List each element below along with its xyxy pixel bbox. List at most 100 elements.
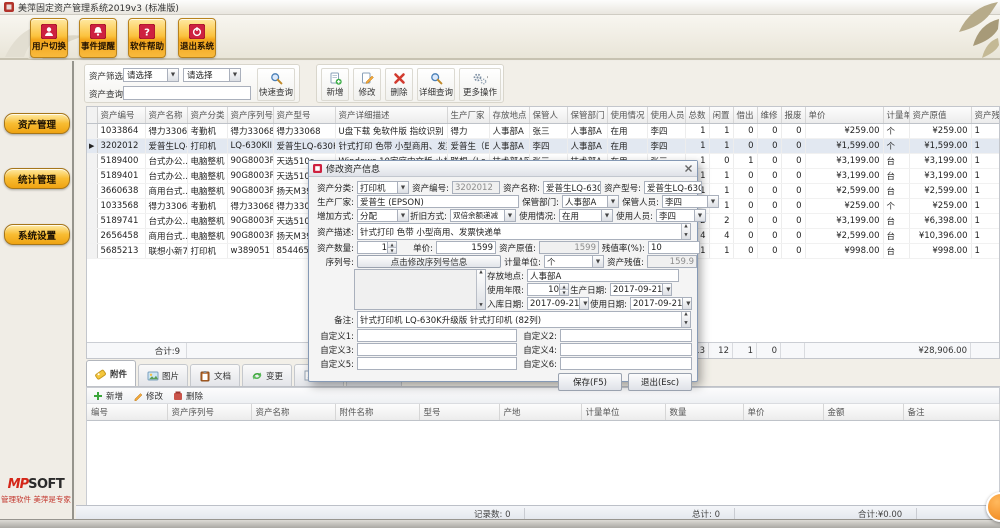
note-textarea[interactable]: 针式打印机 LQ-630K升级版 针式打印机 (82列) ▲▼	[357, 311, 691, 328]
tab-change[interactable]: 变更	[242, 364, 292, 386]
column-header-17[interactable]: 单价	[805, 107, 883, 124]
column-header-14[interactable]: 借出	[733, 107, 757, 124]
exit-system-button[interactable]: 退出系统	[178, 18, 216, 58]
qty-stepper[interactable]: 1▲▼	[357, 241, 397, 254]
new-button[interactable]: 新增	[321, 68, 349, 101]
sub-column-header-6[interactable]: 计量单位	[581, 404, 665, 421]
exit-button[interactable]: 退出(Esc)	[628, 373, 692, 391]
sub-column-header-9[interactable]: 金额	[823, 404, 903, 421]
column-header-0[interactable]: 资产编号	[97, 107, 145, 124]
detail-delete-button[interactable]: 删除	[173, 390, 203, 402]
table-row[interactable]: 1033864得力33068考勤机得力33068得力33068U盘下载 免软件版…	[87, 124, 999, 139]
chevron-down-icon[interactable]: ▼	[229, 69, 240, 81]
chevron-down-icon[interactable]: ▼	[662, 284, 672, 295]
chevron-down-icon[interactable]: ▼	[397, 210, 408, 221]
stepper-arrows[interactable]: ▲▼	[559, 284, 568, 295]
column-header-13[interactable]: 闲置	[709, 107, 733, 124]
user-combo[interactable]: 李四▼	[656, 209, 706, 222]
location-field[interactable]: 人事部A	[527, 269, 679, 282]
sub-column-header-5[interactable]: 产地	[499, 404, 581, 421]
column-header-10[interactable]: 使用情况	[607, 107, 647, 124]
years-stepper[interactable]: 10▲▼	[527, 283, 569, 296]
add-mode-combo[interactable]: 分配▼	[357, 209, 409, 222]
column-header-7[interactable]: 存放地点	[489, 107, 529, 124]
chevron-down-icon[interactable]: ▼	[167, 69, 178, 81]
quick-query-button[interactable]: 快速查询	[257, 68, 295, 101]
chevron-down-icon[interactable]: ▼	[694, 210, 705, 221]
serial-edit-button[interactable]: 点击修改序列号信息	[357, 255, 501, 268]
manufacturer-field[interactable]: 爱普生 (EPSON)	[357, 195, 519, 208]
asset-filter-select-2[interactable]: 请选择 ▼	[183, 68, 241, 82]
sub-column-header-3[interactable]: 附件名称	[335, 404, 419, 421]
chevron-down-icon[interactable]: ▼	[504, 210, 515, 221]
asset-model-field[interactable]: 爱普生LQ-630KII	[644, 181, 702, 194]
chevron-down-icon[interactable]: ▼	[579, 298, 589, 309]
save-button[interactable]: 保存(F5)	[558, 373, 622, 391]
sub-column-header-4[interactable]: 型号	[419, 404, 499, 421]
tab-image[interactable]: 图片	[138, 364, 188, 386]
column-header-2[interactable]: 资产分类	[187, 107, 227, 124]
modify-button[interactable]: 修改	[353, 68, 381, 101]
column-header-8[interactable]: 保管人	[529, 107, 567, 124]
textarea-scroll-arrows[interactable]: ▲▼	[681, 224, 690, 239]
unit-combo[interactable]: 个▼	[544, 255, 604, 268]
chevron-down-icon[interactable]: ▼	[707, 196, 718, 207]
sub-column-header-10[interactable]: 备注	[903, 404, 999, 421]
close-icon[interactable]	[684, 164, 693, 173]
usage-combo[interactable]: 在用▼	[559, 209, 613, 222]
textarea-scroll-arrows[interactable]: ▲▼	[681, 312, 690, 327]
stepper-arrows[interactable]: ▲▼	[387, 242, 396, 253]
detail-new-button[interactable]: 新增	[93, 390, 123, 402]
depreciation-combo[interactable]: 双倍余额递减▼	[450, 209, 516, 222]
event-reminder-button[interactable]: 事件提醒	[79, 18, 117, 58]
detail-modify-button[interactable]: 修改	[133, 390, 163, 402]
column-header-11[interactable]: 使用人员	[647, 107, 685, 124]
custom3-field[interactable]	[357, 343, 517, 356]
custom6-field[interactable]	[560, 357, 692, 370]
asset-filter-select-1[interactable]: 请选择 ▼	[123, 68, 179, 82]
column-header-9[interactable]: 保管部门	[567, 107, 607, 124]
textarea-scroll-arrows[interactable]: ▲▼	[476, 270, 485, 309]
tab-document[interactable]: 文档	[190, 364, 240, 386]
prod-date-picker[interactable]: 2017-09-21▼	[610, 283, 672, 296]
custom2-field[interactable]	[560, 329, 692, 342]
column-header-20[interactable]: 资产残值率	[971, 107, 999, 124]
sidebar-item-asset-management[interactable]: 资产管理	[4, 113, 70, 134]
custom4-field[interactable]	[560, 343, 692, 356]
column-header-16[interactable]: 报废	[781, 107, 805, 124]
detail-query-button[interactable]: 详细查询	[417, 68, 455, 101]
custom5-field[interactable]	[357, 357, 517, 370]
software-help-button[interactable]: ? 软件帮助	[128, 18, 166, 58]
asset-category-combo[interactable]: 打印机▼	[357, 181, 409, 194]
tab-attachment[interactable]: 附件	[86, 360, 136, 386]
asset-query-input[interactable]	[123, 86, 251, 100]
chevron-down-icon[interactable]: ▼	[682, 298, 692, 309]
column-header-18[interactable]: 计量单位	[883, 107, 909, 124]
chevron-down-icon[interactable]: ▼	[607, 196, 618, 207]
sub-column-header-7[interactable]: 数量	[665, 404, 743, 421]
column-header-15[interactable]: 维修	[757, 107, 781, 124]
chevron-down-icon[interactable]: ▼	[601, 210, 612, 221]
in-date-picker[interactable]: 2017-09-21▼	[527, 297, 589, 310]
column-header-19[interactable]: 资产原值	[909, 107, 971, 124]
chevron-down-icon[interactable]: ▼	[592, 256, 603, 267]
residual-rate-field[interactable]: 10	[648, 241, 700, 254]
column-header-6[interactable]: 生产厂家	[447, 107, 489, 124]
price-field[interactable]: 1599	[436, 241, 496, 254]
asset-name-field[interactable]: 爱普生LQ-630KII	[543, 181, 601, 194]
sidebar-item-statistics-management[interactable]: 统计管理	[4, 168, 70, 189]
sub-column-header-1[interactable]: 资产序列号	[167, 404, 251, 421]
delete-button[interactable]: 删除	[385, 68, 413, 101]
user-switch-button[interactable]: 用户切换	[30, 18, 68, 58]
column-header-1[interactable]: 资产名称	[145, 107, 187, 124]
chevron-down-icon[interactable]: ▼	[397, 182, 408, 193]
custom1-field[interactable]	[357, 329, 517, 342]
column-header-12[interactable]: 总数	[685, 107, 709, 124]
table-row[interactable]: ▶3202012爱普生LQ-...打印机LQ-630KII爱普生LQ-630KI…	[87, 139, 999, 154]
asset-desc-textarea[interactable]: 针式打印 色带 小型商用、发票快递单 ▲▼	[357, 223, 691, 240]
column-header-4[interactable]: 资产型号	[273, 107, 335, 124]
sub-column-header-0[interactable]: 编号	[87, 404, 167, 421]
keeper-combo[interactable]: 李四▼	[662, 195, 719, 208]
sub-column-header-2[interactable]: 资产名称	[251, 404, 335, 421]
use-date-picker[interactable]: 2017-09-21▼	[630, 297, 692, 310]
